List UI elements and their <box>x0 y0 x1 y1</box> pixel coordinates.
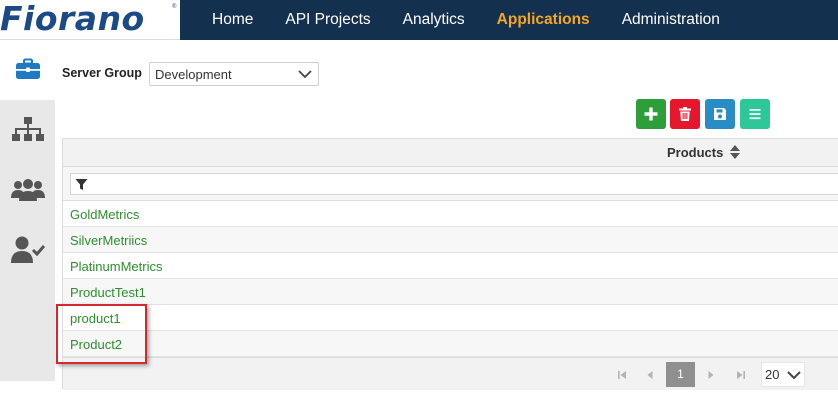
table-row: ProductTest1 <box>63 279 838 305</box>
table-row: Product2 <box>63 331 838 357</box>
chevron-down-icon <box>298 70 312 79</box>
trash-icon <box>679 107 691 121</box>
floppy-disk-icon <box>714 108 726 120</box>
nav-api-projects[interactable]: API Projects <box>269 0 386 40</box>
server-group-label: Server Group <box>62 66 142 80</box>
server-group-dropdown[interactable]: Development <box>149 62 319 86</box>
registered-mark: ® <box>172 4 177 10</box>
server-group-value: Development <box>155 67 232 82</box>
current-page-button[interactable]: 1 <box>666 362 695 387</box>
product-link[interactable]: ProductTest1 <box>70 285 146 300</box>
product-link[interactable]: GoldMetrics <box>70 207 139 222</box>
last-page-icon <box>737 371 745 379</box>
filter-icon <box>75 179 88 190</box>
top-navigation-bar: Fiorano ® Home API Projects Analytics Ap… <box>0 0 838 40</box>
pagination-bar: 1 20 <box>63 357 838 390</box>
sidebar-item-applications[interactable] <box>0 58 55 80</box>
page-size-value: 20 <box>765 367 780 382</box>
first-page-button[interactable] <box>611 365 633 385</box>
nav-analytics[interactable]: Analytics <box>387 0 481 40</box>
product-link[interactable]: Product2 <box>70 337 122 352</box>
table-row: PlatinumMetrics <box>63 253 838 279</box>
sidebar-item-hierarchy[interactable] <box>0 117 55 143</box>
nav-administration[interactable]: Administration <box>606 0 736 40</box>
main-nav: Home API Projects Analytics Applications… <box>196 0 736 40</box>
logo[interactable]: Fiorano ® <box>0 0 180 40</box>
grid-rows: GoldMetrics SilverMetriics PlatinumMetri… <box>63 201 838 357</box>
logo-text: Fiorano <box>0 0 145 38</box>
product-link[interactable]: PlatinumMetrics <box>70 259 162 274</box>
delete-button[interactable] <box>670 99 700 129</box>
last-page-button[interactable] <box>730 365 752 385</box>
next-page-button[interactable] <box>700 365 722 385</box>
sidebar-item-user-approval[interactable] <box>0 236 55 263</box>
table-row: GoldMetrics <box>63 201 838 227</box>
save-button[interactable] <box>705 99 735 129</box>
users-icon <box>10 179 45 201</box>
first-page-icon <box>618 371 626 379</box>
briefcase-icon <box>15 58 40 79</box>
product-link[interactable]: SilverMetriics <box>70 233 147 248</box>
chevron-down-icon <box>787 371 801 380</box>
previous-page-button[interactable] <box>639 365 661 385</box>
product-link[interactable]: product1 <box>70 311 121 326</box>
menu-button[interactable] <box>740 99 770 129</box>
filter-row <box>63 167 838 201</box>
sidebar-item-users[interactable] <box>0 178 55 202</box>
add-button[interactable] <box>636 99 666 129</box>
sort-icon[interactable] <box>729 144 741 160</box>
sitemap-icon <box>11 117 44 141</box>
filter-input[interactable] <box>70 173 838 195</box>
column-header-products[interactable]: Products <box>667 145 723 160</box>
nav-home[interactable]: Home <box>196 0 269 40</box>
chevron-left-icon <box>647 371 653 379</box>
chevron-right-icon <box>708 371 714 379</box>
nav-applications[interactable]: Applications <box>481 0 606 40</box>
list-icon <box>749 109 761 120</box>
products-grid: Products GoldMetrics SilverMetriics Plat… <box>62 138 838 390</box>
page-size-dropdown[interactable]: 20 <box>761 362 805 387</box>
plus-icon <box>644 107 658 121</box>
sidebar <box>0 40 55 381</box>
user-check-icon <box>10 236 45 263</box>
grid-header: Products <box>63 139 838 167</box>
table-row: SilverMetriics <box>63 227 838 253</box>
table-row: product1 <box>63 305 838 331</box>
